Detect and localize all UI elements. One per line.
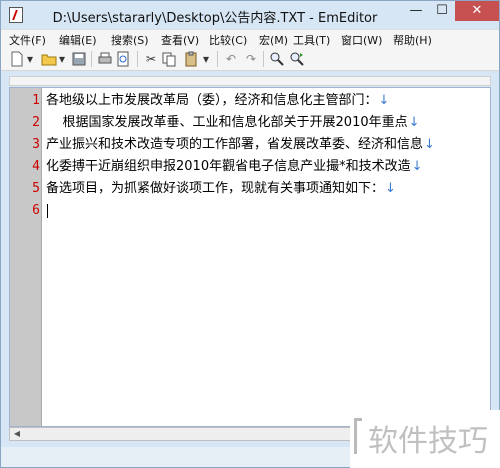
editor-line[interactable]: 6 [10,200,490,222]
scroll-left-arrow-icon[interactable]: ◀ [10,428,24,440]
print-preview-icon[interactable] [115,51,131,67]
menu-bar: 文件(F) 编辑(E) 搜索(S) 查看(V) 比较(C) 宏(M) 工具(T)… [1,29,499,49]
dropdown-icon[interactable]: ▾ [201,51,211,67]
watermark: 软件技巧 [350,410,500,468]
menu-tools[interactable]: 工具(T) [293,32,330,48]
line-number: 2 [32,115,40,130]
menu-view[interactable]: 查看(V) [161,32,199,48]
line-number: 1 [32,93,40,108]
redo-icon[interactable]: ↷ [243,51,259,67]
editor-line[interactable]: 4 化委搏干近崩组织申报2010年觀省电子信息产业撮*和技术改造↓ [10,156,490,178]
toolbar: ▾ ▾ ✂ ▾ ↶ ↷ [1,48,499,71]
line-number: 3 [32,137,40,152]
paste-icon[interactable] [183,51,199,67]
find-next-icon[interactable] [289,51,305,67]
dropdown-icon[interactable]: ▾ [57,51,67,67]
eol-mark-icon: ↓ [411,159,423,174]
line-text: 各地级以上市发展改革局（委），经济和信息化主管部门：↓ [46,93,390,108]
menu-compare[interactable]: 比较(C) [209,32,247,48]
line-text: 根据国家发展改革垂、工业和信息化部关于开展2010年重点↓ [46,115,420,130]
line-text [46,200,48,222]
menu-help[interactable]: 帮助(H) [393,32,432,48]
dropdown-icon[interactable]: ▾ [25,51,35,67]
eol-mark-icon: ↓ [385,181,396,196]
title-bar[interactable]: D:\Users\stararly\Desktop\公告内容.TXT - EmE… [1,1,499,29]
menu-macro[interactable]: 宏(M) [259,32,288,48]
editor-line[interactable]: 1 各地级以上市发展改革局（委），经济和信息化主管部门：↓ [10,90,490,112]
maximize-button[interactable]: ☐ [429,1,455,21]
window-title: D:\Users\stararly\Desktop\公告内容.TXT - EmE… [52,11,378,26]
toolbar-separator [91,51,92,67]
ruler [9,76,491,86]
cut-icon[interactable]: ✂ [143,51,159,67]
new-file-icon[interactable] [9,51,25,67]
copy-icon[interactable] [161,51,177,67]
line-text: 产业振兴和技术改造专项的工作部署，省发展改革委、经济和信息↓ [46,137,435,152]
menu-window[interactable]: 窗口(W) [341,32,382,48]
emeditor-app-icon[interactable] [9,7,23,23]
menu-edit[interactable]: 编辑(E) [59,32,97,48]
line-text: 化委搏干近崩组织申报2010年觀省电子信息产业撮*和技术改造↓ [46,159,423,174]
editor-line[interactable]: 3 产业振兴和技术改造专项的工作部署，省发展改革委、经济和信息↓ [10,134,490,156]
eol-mark-icon: ↓ [408,115,420,130]
minimize-button[interactable]: — [403,1,429,21]
editor-text-area[interactable]: 1 各地级以上市发展改革局（委），经济和信息化主管部门：↓ 2 根据国家发展改革… [9,87,491,427]
toolbar-separator [217,51,218,67]
find-icon[interactable] [269,51,285,67]
print-icon[interactable] [97,51,113,67]
line-number: 5 [32,181,40,196]
toolbar-separator [263,51,264,67]
watermark-logo [354,418,362,454]
line-number: 6 [32,203,40,218]
save-icon[interactable] [71,51,87,67]
toolbar-separator [137,51,138,67]
menu-file[interactable]: 文件(F) [9,32,46,48]
emeditor-window: D:\Users\stararly\Desktop\公告内容.TXT - EmE… [0,0,500,468]
eol-mark-icon: ↓ [378,93,390,108]
open-folder-icon[interactable] [41,51,57,67]
watermark-text: 软件技巧 [368,424,488,459]
text-caret [47,203,48,218]
editor-line[interactable]: 5 备选项目，为抓紧做好谈项工作，现就有关事项通知如下：↓ [10,178,490,200]
eol-mark-icon: ↓ [424,137,435,152]
close-button[interactable]: ✕ [455,1,499,21]
menu-search[interactable]: 搜索(S) [111,32,149,48]
undo-icon[interactable]: ↶ [223,51,239,67]
line-number: 4 [32,159,40,174]
editor-line[interactable]: 2 根据国家发展改革垂、工业和信息化部关于开展2010年重点↓ [10,112,490,134]
line-text: 备选项目，为抓紧做好谈项工作，现就有关事项通知如下：↓ [46,181,396,196]
